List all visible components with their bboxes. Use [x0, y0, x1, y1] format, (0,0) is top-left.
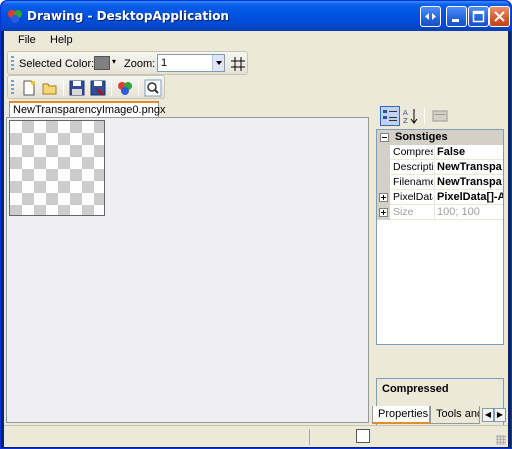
properties-toolbar: A Z [376, 103, 504, 129]
zoom-dropdown-button[interactable] [212, 55, 224, 71]
properties-panel: A Z Sonstiges Compre False Descript NewT… [374, 101, 505, 444]
collapse-icon[interactable] [380, 133, 389, 142]
tab-tools-label: Tools and [436, 408, 480, 420]
expand-icon[interactable] [379, 193, 388, 202]
client-area: File Help Selected Color: ▾ Zoom: 1 NewT… [4, 31, 508, 447]
property-name: Filename [393, 176, 433, 188]
description-title: Compressed [382, 383, 449, 395]
expand-icon[interactable] [379, 208, 388, 217]
column-divider [434, 160, 435, 175]
save-icon[interactable] [68, 79, 86, 97]
tab-scroll-left-button[interactable]: ◀ [482, 408, 494, 422]
toolbar-grip[interactable] [11, 56, 14, 71]
property-value[interactable]: False [437, 146, 503, 158]
toolbar-separator [424, 108, 425, 124]
property-name: PixelData [393, 191, 433, 203]
toolbar-separator [138, 80, 139, 96]
title-bar[interactable]: Drawing - DesktopApplication [1, 1, 511, 31]
categorized-button[interactable] [380, 106, 400, 126]
property-value[interactable]: PixelData[]-A [437, 191, 503, 203]
column-divider [434, 175, 435, 190]
window-title: Drawing - DesktopApplication [27, 9, 229, 23]
property-name: Size [393, 206, 414, 218]
sort-az-icon: A Z [403, 109, 418, 125]
new-file-icon[interactable] [20, 79, 38, 97]
status-checkbox[interactable] [356, 429, 370, 443]
zoom-icon[interactable] [144, 79, 162, 97]
minimize-button[interactable] [446, 6, 467, 27]
property-row[interactable]: Size 100; 100 [377, 205, 503, 220]
category-label: Sonstiges [395, 131, 448, 143]
color-palette-icon[interactable] [116, 79, 134, 97]
zoom-combobox[interactable]: 1 [157, 54, 225, 72]
tab-properties[interactable]: Properties [372, 406, 430, 424]
property-pages-icon [432, 110, 448, 122]
toolbar-separator [111, 80, 112, 96]
menu-help[interactable]: Help [50, 34, 73, 46]
row-gutter [377, 145, 390, 160]
alphabetical-button[interactable]: A Z [401, 106, 421, 126]
minimize-icon [452, 19, 459, 22]
toolbar-separator [63, 80, 64, 96]
document-tab-label: NewTransparencyImage0.pngx [13, 104, 166, 116]
restore-layout-button[interactable] [420, 6, 441, 27]
transparency-canvas[interactable] [9, 120, 105, 216]
svg-text:Z: Z [403, 117, 408, 125]
color-dropdown-arrow-icon[interactable]: ▾ [112, 57, 116, 66]
document-area[interactable] [6, 117, 369, 423]
maximize-icon [472, 10, 485, 23]
tab-tools[interactable]: Tools and [430, 406, 480, 424]
document-tab[interactable]: NewTransparencyImage0.pngx [9, 101, 165, 117]
file-toolbar [7, 75, 165, 99]
property-name: Description [393, 161, 433, 173]
zoom-value: 1 [161, 57, 168, 69]
property-row[interactable]: PixelData PixelData[]-A [377, 190, 503, 205]
row-gutter [377, 175, 390, 190]
tab-scroll-right-button[interactable]: ▶ [494, 408, 506, 422]
grid-icon[interactable] [229, 55, 247, 73]
property-grid[interactable]: Sonstiges Compressed False Description NewT… [376, 129, 504, 345]
property-row[interactable]: Filename NewTranspa [377, 175, 503, 190]
property-pages-button[interactable] [430, 106, 450, 126]
svg-text:A: A [403, 109, 408, 117]
selected-color-label: Selected Color: [19, 58, 95, 70]
property-row[interactable]: Compressed False [377, 145, 503, 160]
property-value[interactable]: NewTranspa [437, 161, 503, 173]
property-row[interactable]: Description NewTranspa [377, 160, 503, 175]
category-row[interactable]: Sonstiges [377, 130, 503, 145]
close-button[interactable] [489, 6, 510, 27]
arrows-icon [425, 13, 436, 20]
column-divider [434, 190, 435, 205]
resize-grip[interactable] [496, 435, 506, 445]
open-folder-icon[interactable] [41, 79, 59, 97]
selected-color-swatch[interactable] [94, 56, 110, 70]
toolbar-grip[interactable] [11, 80, 14, 95]
close-icon [494, 11, 505, 22]
drawing-app-icon [8, 10, 22, 23]
row-gutter [377, 205, 390, 220]
row-gutter [377, 190, 390, 205]
column-divider [434, 145, 435, 160]
property-value[interactable]: NewTranspa [437, 176, 503, 188]
column-divider [434, 205, 435, 220]
zoom-label: Zoom: [124, 58, 156, 70]
status-panel [309, 429, 349, 445]
tab-properties-label: Properties [378, 408, 429, 420]
row-gutter [377, 160, 390, 175]
maximize-button[interactable] [468, 6, 489, 27]
property-value[interactable]: 100; 100 [437, 206, 503, 218]
application-window: Drawing - DesktopApplication File Help S… [0, 0, 512, 449]
menu-file[interactable]: File [18, 34, 36, 46]
categorized-icon [383, 110, 397, 121]
status-bar [4, 425, 508, 447]
property-name: Compressed [393, 146, 433, 158]
menu-bar: File Help [4, 31, 508, 51]
color-zoom-toolbar: Selected Color: ▾ Zoom: 1 [7, 51, 248, 75]
panel-tabs: Properties Tools and ◀ ▶ [372, 406, 506, 424]
save-as-icon[interactable] [89, 79, 107, 97]
